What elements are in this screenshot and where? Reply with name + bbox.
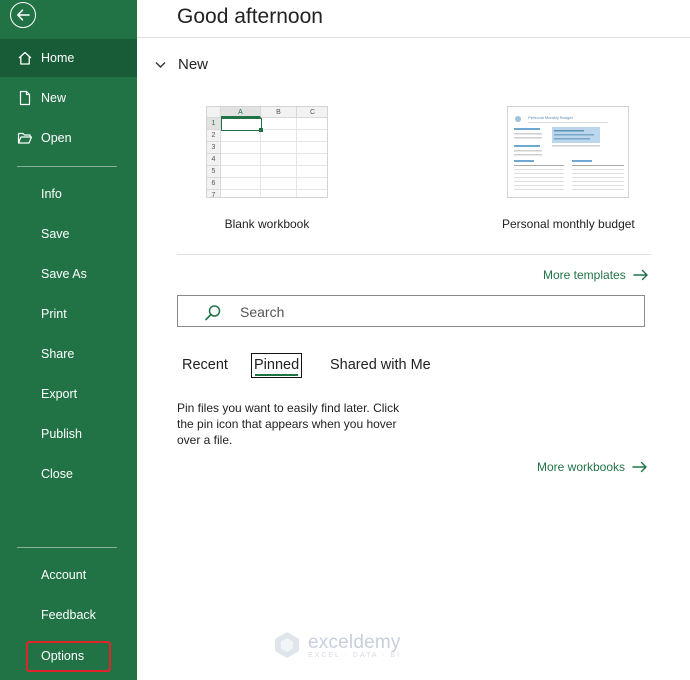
search-box[interactable] (177, 295, 645, 327)
sidebar-item-label: Publish (41, 427, 82, 441)
more-workbooks-link[interactable]: More workbooks (537, 460, 648, 474)
sidebar-item-share[interactable]: Share (0, 335, 137, 373)
sidebar-item-export[interactable]: Export (0, 375, 137, 413)
grid-col-header: A (221, 107, 261, 118)
grid-row-header: 3 (207, 142, 221, 154)
new-file-icon (19, 90, 31, 106)
template-personal-monthly-budget[interactable]: Personal Monthly Budget Personal monthly… (502, 106, 635, 231)
sidebar-item-label: Account (41, 568, 87, 582)
watermark-brand: exceldemy (308, 631, 401, 653)
arrow-right-icon (632, 461, 647, 473)
chevron-down-icon (155, 61, 166, 68)
sidebar-item-label: Open (41, 131, 72, 145)
backstage-main: Good afternoon New A B C 1 2 3 4 5 6 7 B… (137, 0, 690, 680)
grid-row-header: 1 (207, 118, 221, 130)
template-label: Blank workbook (224, 217, 310, 231)
new-section-title: New (178, 56, 209, 73)
sidebar-item-save-as[interactable]: Save As (0, 255, 137, 293)
watermark: exceldemy EXCEL · DATA · BI (272, 630, 401, 660)
watermark-tagline: EXCEL · DATA · BI (308, 651, 401, 659)
grid-col-header: B (261, 107, 297, 118)
home-icon (18, 51, 32, 65)
search-icon (205, 305, 221, 321)
back-arrow-icon (17, 9, 30, 21)
budget-thumbnail: Personal Monthly Budget (507, 106, 630, 198)
template-blank-workbook[interactable]: A B C 1 2 3 4 5 6 7 Blank workbook (206, 106, 328, 231)
sidebar-item-print[interactable]: Print (0, 295, 137, 333)
budget-thumbnail-title: Personal Monthly Budget (528, 115, 574, 120)
more-templates-label: More templates (543, 268, 626, 282)
sidebar-item-label: Options (41, 649, 85, 663)
sidebar-item-publish[interactable]: Publish (0, 415, 137, 453)
sidebar-item-feedback[interactable]: Feedback (0, 596, 137, 634)
sidebar-item-close[interactable]: Close (0, 455, 137, 493)
grid-row-header: 7 (207, 190, 221, 197)
sidebar-item-label: Save As (41, 267, 87, 281)
sidebar-item-label: Info (41, 187, 62, 201)
sidebar-item-label: Feedback (41, 608, 96, 622)
tab-shared-with-me[interactable]: Shared with Me (330, 353, 431, 378)
sidebar-item-label: Home (41, 51, 75, 65)
sidebar-item-home[interactable]: Home (0, 39, 137, 77)
sidebar-item-label: Close (41, 467, 73, 481)
sidebar-divider (17, 166, 117, 167)
tab-recent[interactable]: Recent (182, 353, 228, 378)
search-input[interactable] (240, 302, 620, 322)
sidebar-divider (17, 547, 117, 548)
tab-label: Pinned (254, 357, 300, 373)
grid-col-header: C (297, 107, 327, 118)
new-section-toggle[interactable]: New (155, 56, 208, 73)
tab-label: Shared with Me (330, 357, 431, 373)
arrow-right-icon (633, 269, 648, 281)
greeting-bar: Good afternoon (137, 0, 690, 38)
sidebar-item-account[interactable]: Account (0, 556, 137, 594)
sidebar-item-label: New (41, 91, 67, 105)
tab-pinned[interactable]: Pinned (251, 353, 303, 378)
sidebar-item-label: Print (41, 307, 67, 321)
sidebar-item-label: Save (41, 227, 70, 241)
pinned-empty-message: Pin files you want to easily find later.… (177, 401, 400, 447)
grid-row-header: 4 (207, 154, 221, 166)
grid-row-header: 2 (207, 130, 221, 142)
grid-row-header: 5 (207, 166, 221, 178)
budget-preview-graphic: Personal Monthly Budget (514, 115, 625, 190)
grid-row-header: 6 (207, 178, 221, 190)
more-workbooks-label: More workbooks (537, 460, 626, 474)
selected-cell (221, 118, 262, 131)
blank-workbook-thumbnail: A B C 1 2 3 4 5 6 7 (206, 106, 328, 198)
sidebar-item-new[interactable]: New (0, 79, 137, 117)
sidebar-item-info[interactable]: Info (0, 175, 137, 213)
sidebar-item-label: Share (41, 347, 75, 361)
more-templates-link[interactable]: More templates (543, 268, 649, 282)
folder-open-icon (17, 132, 33, 144)
sidebar-item-label: Export (41, 387, 78, 401)
tab-label: Recent (182, 357, 228, 373)
template-label: Personal monthly budget (502, 217, 635, 231)
section-divider (177, 254, 651, 255)
sidebar-item-options[interactable]: Options (0, 637, 137, 675)
page-title: Good afternoon (177, 5, 323, 28)
backstage-sidebar: Home New Open Info Save Save As Print Sh… (0, 0, 137, 680)
sidebar-item-open[interactable]: Open (0, 119, 137, 157)
sidebar-item-save[interactable]: Save (0, 215, 137, 253)
back-button[interactable] (10, 2, 36, 28)
exceldemy-logo-icon (275, 632, 299, 658)
fill-handle (259, 128, 263, 132)
